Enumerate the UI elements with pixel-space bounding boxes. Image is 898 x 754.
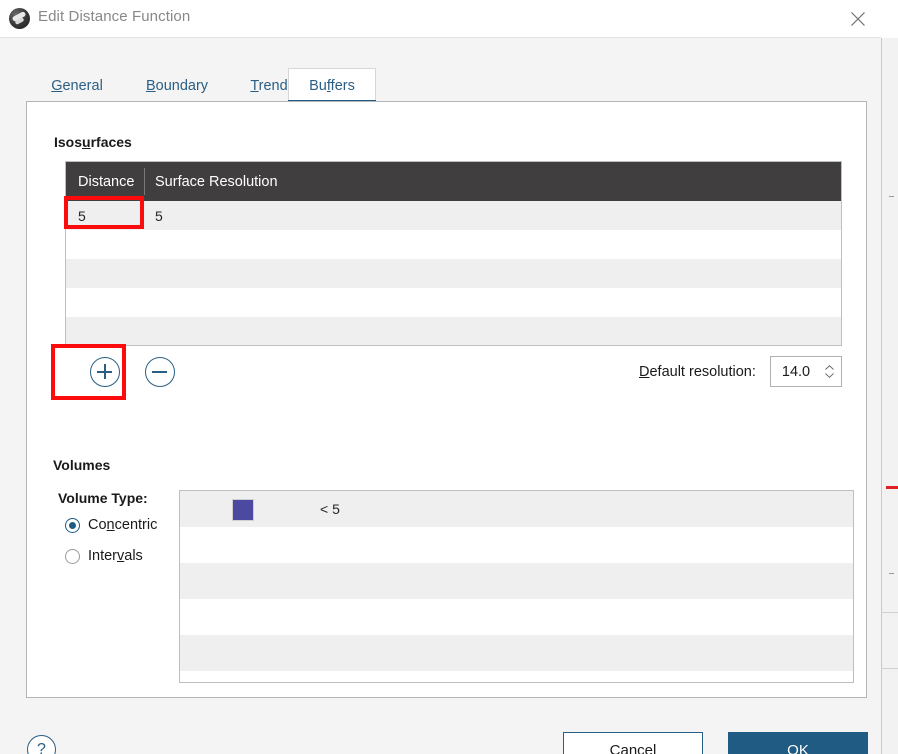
table-row[interactable]: [66, 317, 841, 345]
list-item[interactable]: [180, 563, 853, 599]
isosurfaces-heading: Isosurfaces: [54, 134, 132, 150]
list-item[interactable]: [180, 527, 853, 563]
default-resolution-label-rest: efault resolution:: [649, 364, 756, 380]
close-icon[interactable]: [835, 0, 881, 37]
tab-boundary-label-rest: oundary: [155, 77, 209, 94]
volume-type-label: Volume Type:: [58, 490, 148, 506]
tab-general-accel: G: [51, 77, 63, 94]
list-item[interactable]: < 5: [180, 491, 853, 527]
table-row[interactable]: [66, 259, 841, 288]
window-title: Edit Distance Function: [38, 8, 191, 25]
radio-concentric-accel: n: [106, 517, 115, 533]
isosurfaces-heading-rest: rfaces: [90, 134, 132, 150]
radio-intervals-label: Intervals: [88, 548, 143, 564]
ok-button-label-rest: K: [798, 741, 809, 754]
default-resolution-value[interactable]: 14.0: [771, 357, 821, 386]
background-tick: [889, 573, 894, 574]
tab-buffers-label-pre: Bu: [309, 78, 327, 94]
default-resolution-stepper[interactable]: 14.0: [770, 356, 842, 387]
background-red-marker: [886, 486, 898, 489]
cell-distance[interactable]: [78, 317, 144, 345]
cell-distance[interactable]: 5: [78, 201, 144, 230]
dialog-window: Edit Distance Function General Boundary …: [0, 0, 898, 754]
default-resolution-label: Default resolution:: [639, 364, 756, 380]
isosurfaces-heading-pre: Isos: [54, 134, 83, 150]
tab-buffers-label-rest: fers: [330, 78, 355, 94]
add-isosurface-button[interactable]: [90, 357, 120, 387]
cell-distance[interactable]: [78, 259, 144, 288]
table-row[interactable]: 5 5: [66, 201, 841, 230]
title-bar: Edit Distance Function: [0, 0, 881, 37]
isosurfaces-table-header: Distance Surface Resolution: [66, 162, 841, 201]
tab-general-label-rest: eneral: [62, 77, 103, 94]
chevron-up-icon: [824, 365, 834, 370]
app-disc-icon: [9, 8, 30, 29]
background-tick: [889, 196, 894, 197]
volume-color-swatch[interactable]: [232, 499, 254, 521]
chevron-down-icon: [824, 373, 834, 378]
tab-general[interactable]: General: [36, 68, 118, 103]
cancel-button[interactable]: Cancel: [563, 732, 703, 754]
radio-concentric[interactable]: Concentric: [65, 517, 157, 533]
default-resolution-label-accel: D: [639, 364, 650, 380]
radio-concentric-label: Concentric: [88, 517, 158, 533]
volumes-list[interactable]: < 5: [179, 490, 854, 683]
radio-concentric-indicator[interactable]: [65, 517, 80, 533]
dialog-body: General Boundary Trend Buffers Isosurfac…: [0, 38, 881, 754]
cell-distance[interactable]: [78, 288, 144, 317]
column-header-distance[interactable]: Distance: [78, 162, 134, 201]
isosurfaces-table[interactable]: Distance Surface Resolution 5 5: [65, 161, 842, 346]
tab-trend-accel: T: [250, 77, 259, 94]
remove-isosurface-button[interactable]: [145, 357, 175, 387]
ok-button-accel: O: [787, 741, 799, 754]
help-button[interactable]: ?: [27, 735, 56, 754]
background-strip-top: [881, 0, 898, 38]
cell-resolution[interactable]: 5: [155, 201, 163, 230]
tab-boundary[interactable]: Boundary: [130, 68, 224, 103]
table-row[interactable]: [66, 230, 841, 259]
table-row[interactable]: [66, 288, 841, 317]
radio-intervals[interactable]: Intervals: [65, 548, 143, 564]
tab-buffers[interactable]: Buffers: [288, 68, 376, 104]
volumes-heading: Volumes: [53, 457, 111, 473]
cancel-button-label-rest: ancel: [620, 741, 657, 754]
radio-intervals-indicator[interactable]: [65, 548, 80, 564]
list-item[interactable]: [180, 599, 853, 635]
background-divider: [881, 668, 898, 669]
buffers-panel: Isosurfaces Distance Surface Resolution …: [26, 101, 867, 698]
background-divider: [881, 612, 898, 613]
header-column-divider: [144, 168, 145, 195]
column-header-surface-resolution[interactable]: Surface Resolution: [155, 162, 278, 201]
background-strip: [881, 0, 898, 754]
ok-button[interactable]: OK: [728, 732, 868, 754]
list-item[interactable]: [180, 671, 853, 682]
tab-trend-label-rest: rend: [258, 77, 288, 94]
tab-boundary-accel: B: [145, 77, 156, 94]
volume-range-label: < 5: [320, 501, 340, 517]
list-item[interactable]: [180, 635, 853, 671]
cell-distance[interactable]: [78, 230, 144, 259]
isosurfaces-heading-accel: u: [82, 134, 91, 150]
tab-strip: General Boundary Trend Buffers: [26, 68, 867, 104]
default-resolution-spin-arrows[interactable]: [822, 357, 836, 386]
cancel-button-accel: C: [609, 741, 621, 754]
